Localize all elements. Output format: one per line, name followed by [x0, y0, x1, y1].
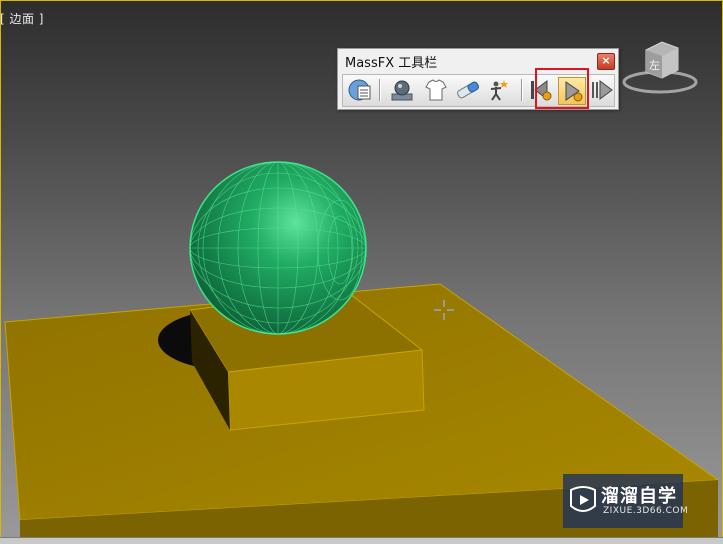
- rigid-body-icon: [391, 80, 413, 101]
- ragdoll-button[interactable]: [487, 77, 513, 103]
- toolbar-titlebar[interactable]: MassFX 工具栏 ×: [338, 49, 618, 71]
- mcloth-button[interactable]: [423, 77, 449, 103]
- rigid-body-button[interactable]: [389, 77, 415, 103]
- mcloth-icon: [425, 79, 447, 101]
- watermark-title: 溜溜自学: [601, 486, 677, 507]
- viewcube-face-label: 左: [649, 59, 660, 72]
- sphere-mesh: [189, 161, 367, 335]
- world-settings-button[interactable]: [347, 77, 373, 103]
- play-simulation-icon: [565, 81, 583, 102]
- step-simulation-icon: [592, 80, 613, 100]
- constraint-button[interactable]: [455, 77, 481, 103]
- reset-simulation-icon: [531, 80, 552, 101]
- constraint-icon: [457, 81, 479, 99]
- toolbar-button-row: [342, 74, 615, 107]
- ragdoll-icon: [490, 80, 508, 101]
- step-simulation-button[interactable]: [589, 77, 615, 103]
- massfx-toolbar[interactable]: MassFX 工具栏 ×: [337, 48, 619, 110]
- viewport-shading-label[interactable]: [ 边面 ]: [0, 10, 44, 27]
- watermark-url: ZIXUE.3D66.COM: [603, 506, 689, 516]
- reset-simulation-button[interactable]: [527, 77, 553, 103]
- move-cursor-icon: [434, 300, 454, 320]
- close-icon: ×: [601, 54, 611, 67]
- play-simulation-button[interactable]: [558, 77, 586, 105]
- toolbar-title: MassFX 工具栏: [345, 56, 438, 71]
- zixue-logo-icon: [570, 486, 596, 512]
- world-settings-icon: [348, 79, 371, 101]
- close-button[interactable]: ×: [597, 53, 615, 70]
- viewcube[interactable]: 左: [622, 38, 700, 96]
- watermark: 溜溜自学 ZIXUE.3D66.COM: [563, 474, 688, 528]
